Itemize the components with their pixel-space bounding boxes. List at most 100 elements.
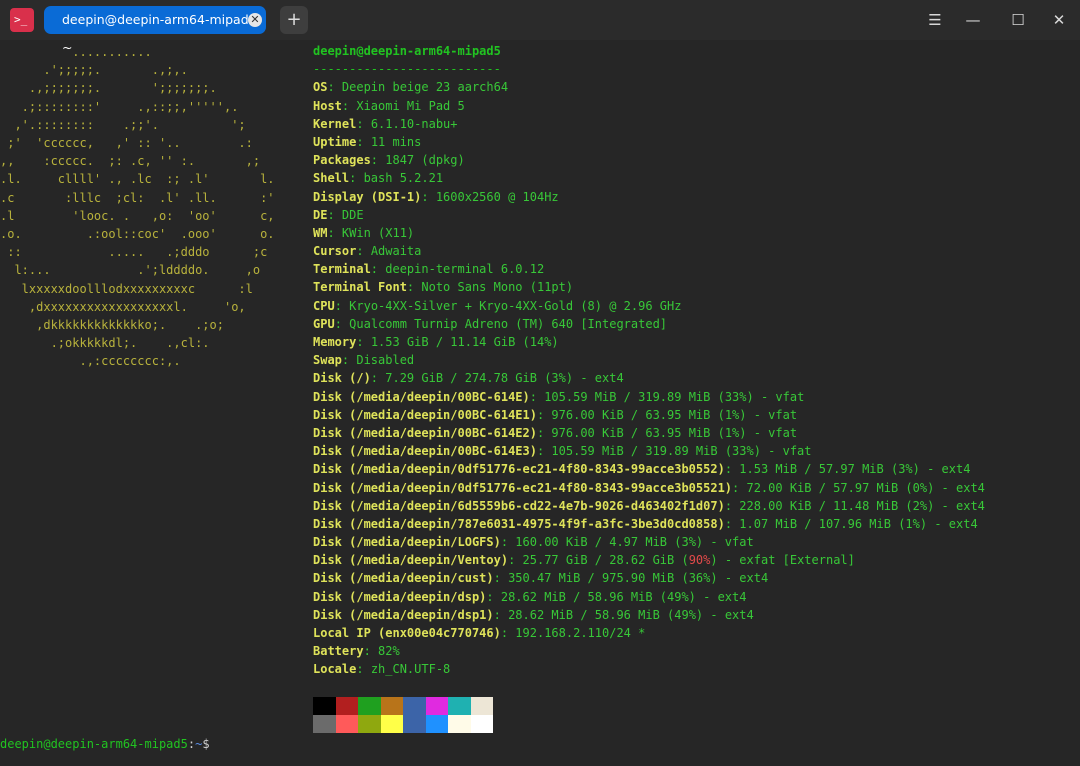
info-value: 6.1.10-nabu+ <box>370 116 458 131</box>
color-swatch <box>380 715 403 733</box>
info-row: Memory: 1.53 GiB / 11.14 GiB (14%) <box>313 335 559 349</box>
info-value: 192.168.2.110/24 * <box>515 626 646 640</box>
info-key: Uptime <box>313 134 357 149</box>
info-key: Terminal <box>313 262 371 277</box>
info-key: Disk (/) <box>313 371 371 386</box>
info-key: WM <box>313 225 328 240</box>
info-value: Qualcomm Turnip Adreno (TM) 640 [Integra… <box>349 316 668 331</box>
color-swatch <box>425 697 448 715</box>
info-value: 1600x2560 @ 104Hz <box>435 189 559 204</box>
info-key: Locale <box>313 662 357 677</box>
info-row: Host: Xiaomi Mi Pad 5 <box>313 98 465 113</box>
info-row: OS: Deepin beige 23 aarch64 <box>313 80 509 95</box>
info-value: Xiaomi Mi Pad 5 <box>356 98 465 113</box>
info-key: Host <box>313 98 342 113</box>
info-value: DDE <box>341 207 364 222</box>
info-row: Packages: 1847 (dpkg) <box>313 153 465 168</box>
info-value: Deepin beige 23 aarch64 <box>341 80 509 95</box>
info-key: CPU <box>313 298 335 313</box>
info-value: 82% <box>378 644 400 659</box>
info-value: 1.53 GiB / 11.14 GiB (14%) <box>370 335 559 349</box>
minimize-button[interactable]: — <box>963 10 983 30</box>
palette-row <box>313 715 493 733</box>
info-row: CPU: Kryo-4XX-Silver + Kryo-4XX-Gold (8)… <box>313 298 682 313</box>
info-value-highlight: 90% <box>688 553 711 568</box>
info-key: Disk (/media/deepin/0df51776-ec21-4f80-8… <box>313 480 733 495</box>
info-value: bash 5.2.21 <box>363 171 444 186</box>
prompt-separator: : <box>187 737 196 751</box>
info-value: Adwaita <box>370 244 422 259</box>
info-row: Locale: zh_CN.UTF-8 <box>313 662 451 677</box>
color-swatch <box>313 715 336 733</box>
info-value: 1847 (dpkg) <box>385 153 465 168</box>
info-row: Disk (/media/deepin/787e6031-4975-4f9f-a… <box>313 516 978 531</box>
info-value: 1.53 MiB / 57.97 MiB (3%) - ext4 <box>739 462 971 477</box>
info-key: Disk (/media/deepin/787e6031-4975-4f9f-a… <box>313 516 725 531</box>
info-row: Disk (/media/deepin/dsp): 28.62 MiB / 58… <box>313 589 747 604</box>
system-info: deepin@deepin-arm64-mipad5 -------------… <box>313 42 985 679</box>
color-swatch <box>425 715 448 733</box>
info-value: 105.59 MiB / 319.89 MiB (33%) - vfat <box>544 389 805 404</box>
info-row: Display (DSI-1): 1600x2560 @ 104Hz <box>313 189 559 204</box>
info-value: Kryo-4XX-Silver + Kryo-4XX-Gold (8) @ 2.… <box>349 298 682 313</box>
info-value: Disabled <box>356 353 415 368</box>
info-key: Swap <box>313 353 342 368</box>
info-rows: OS: Deepin beige 23 aarch64 Host: Xiaomi … <box>313 78 985 678</box>
info-row: Disk (/media/deepin/Ventoy): 25.77 GiB /… <box>313 553 855 568</box>
info-value: 976.00 KiB / 63.95 MiB (1%) - vfat <box>551 407 798 422</box>
info-key: Disk (/media/deepin/Ventoy) <box>313 553 509 568</box>
menu-icon[interactable]: ☰ <box>925 10 945 30</box>
prompt-user: deepin@deepin-arm64-mipad5 <box>0 737 188 751</box>
info-value: zh_CN.UTF-8 <box>370 662 451 677</box>
new-tab-button[interactable]: + <box>280 6 308 34</box>
maximize-button[interactable]: ☐ <box>1008 10 1028 30</box>
info-value: KWin (X11) <box>341 225 415 240</box>
color-swatch <box>313 697 336 715</box>
tab-close-icon[interactable]: ✕ <box>248 13 262 27</box>
info-header: deepin@deepin-arm64-mipad5 <box>313 44 501 58</box>
info-value: 25.77 GiB / 28.62 GiB ( <box>522 553 689 568</box>
info-row: DE: DDE <box>313 207 364 222</box>
color-swatch <box>448 697 471 715</box>
color-swatch <box>380 697 403 715</box>
info-value: 28.62 MiB / 58.96 MiB (49%) - ext4 <box>508 607 754 622</box>
info-row: Battery: 82% <box>313 644 400 659</box>
info-row: Disk (/media/deepin/cust): 350.47 MiB / … <box>313 571 769 586</box>
info-value: 228.00 KiB / 11.48 MiB (2%) - ext4 <box>739 498 985 513</box>
ascii-logo: ........... .';;;;;. .,;,. .,;;;;;;;. ';… <box>0 45 275 369</box>
info-value: 350.47 MiB / 975.90 MiB (36%) - ext4 <box>508 571 769 586</box>
info-value: ) - exfat [External] <box>710 553 855 568</box>
info-row: Disk (/media/deepin/00BC-614E2): 976.00 … <box>313 425 798 440</box>
shell-prompt[interactable]: deepin@deepin-arm64-mipad5:~$ <box>0 735 210 753</box>
tab-terminal-session[interactable]: deepin@deepin-arm64-mipad5: ~ ✕ <box>44 6 266 55</box>
info-value: deepin-terminal 6.0.12 <box>385 262 545 277</box>
info-row: Disk (/): 7.29 GiB / 274.78 GiB (3%) - e… <box>313 371 624 386</box>
info-row: Disk (/media/deepin/LOGFS): 160.00 KiB /… <box>313 535 754 550</box>
info-value: 976.00 KiB / 63.95 MiB (1%) - vfat <box>551 425 798 440</box>
info-row: Disk (/media/deepin/00BC-614E): 105.59 M… <box>313 389 805 404</box>
info-key: Disk (/media/deepin/dsp) <box>313 589 487 604</box>
info-key: Disk (/media/deepin/dsp1) <box>313 607 494 622</box>
info-key: Disk (/media/deepin/6d5559b6-cd22-4e7b-9… <box>313 498 725 513</box>
info-value: 72.00 KiB / 57.97 MiB (0%) - ext4 <box>746 480 985 495</box>
info-value: 160.00 KiB / 4.97 MiB (3%) - vfat <box>515 535 754 550</box>
terminal-icon[interactable]: >_ <box>10 8 34 32</box>
info-row: Cursor: Adwaita <box>313 244 422 259</box>
info-key: DE <box>313 207 328 222</box>
info-key: Disk (/media/deepin/cust) <box>313 571 494 586</box>
info-key: Shell <box>313 171 350 186</box>
info-key: Display (DSI-1) <box>313 189 422 204</box>
info-key: Disk (/media/deepin/LOGFS) <box>313 535 501 550</box>
close-button[interactable]: ✕ <box>1049 10 1069 30</box>
info-row: Shell: bash 5.2.21 <box>313 171 444 186</box>
info-key: Kernel <box>313 116 357 131</box>
color-swatch <box>358 715 381 733</box>
info-key: OS <box>313 80 328 95</box>
palette-row <box>313 697 493 715</box>
info-key: Disk (/media/deepin/00BC-614E1) <box>313 407 537 422</box>
info-row: Uptime: 11 mins <box>313 134 422 149</box>
info-value: 1.07 MiB / 107.96 MiB (1%) - ext4 <box>739 516 978 531</box>
info-key: Disk (/media/deepin/0df51776-ec21-4f80-8… <box>313 462 725 477</box>
info-value: 105.59 MiB / 319.89 MiB (33%) - vfat <box>551 444 812 459</box>
info-value: 7.29 GiB / 274.78 GiB (3%) - ext4 <box>385 371 624 386</box>
